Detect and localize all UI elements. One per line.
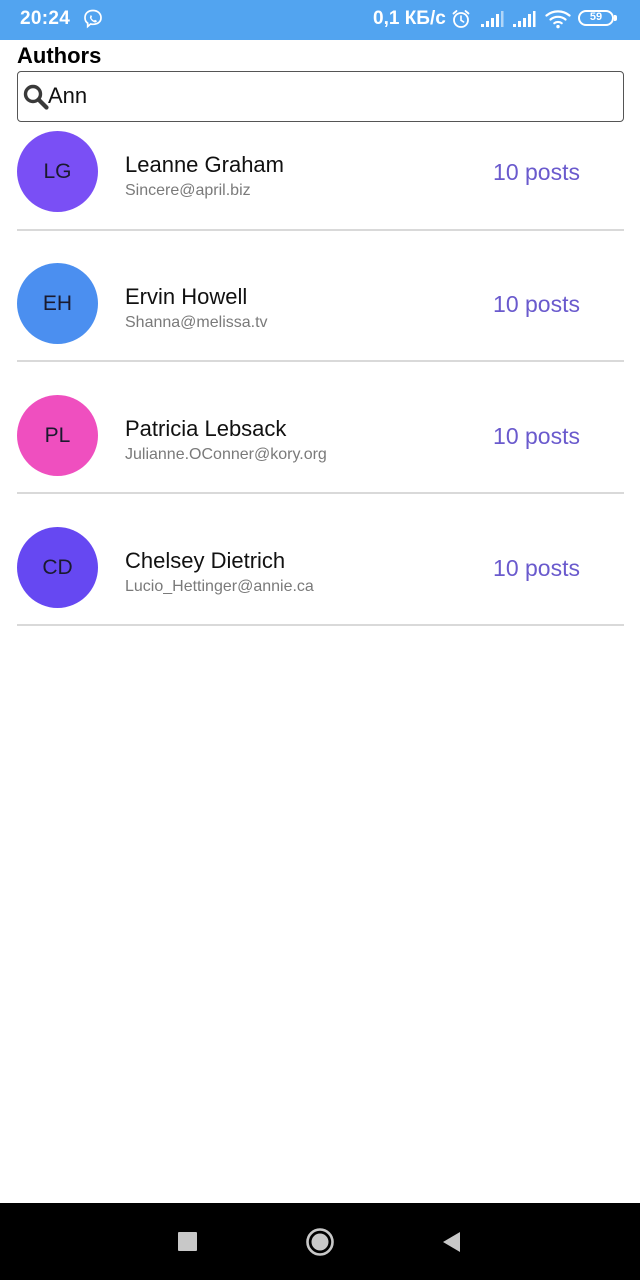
avatar-initials: LG (43, 159, 72, 183)
author-row[interactable]: LG Leanne Graham Sincere@april.biz 10 po… (0, 125, 640, 257)
author-name: Chelsey Dietrich (125, 548, 286, 573)
navigation-bar (0, 1203, 640, 1280)
author-name: Leanne Graham (125, 152, 284, 177)
status-bar: 20:24 0,1 КБ/с 59 (0, 0, 640, 40)
author-row[interactable]: CD Chelsey Dietrich Lucio_Hettinger@anni… (0, 521, 640, 653)
author-name: Patricia Lebsack (125, 416, 287, 441)
battery-level: 59 (589, 11, 603, 23)
search-icon (23, 84, 49, 110)
author-email: Sincere@april.biz (125, 182, 251, 199)
avatar-initials: CD (42, 555, 73, 579)
avatar: EH (17, 263, 98, 344)
avatar: CD (17, 527, 98, 608)
avatar-initials: PL (44, 423, 71, 447)
avatar: LG (17, 131, 98, 212)
post-count[interactable]: 10 posts (493, 291, 580, 318)
avatar-initials: EH (42, 291, 73, 315)
post-count[interactable]: 10 posts (493, 555, 580, 582)
alarm-icon (452, 10, 470, 28)
app-screen: 20:24 0,1 КБ/с 59 Authors Ann LG Leanne … (0, 0, 640, 1280)
row-divider (17, 624, 624, 626)
author-row[interactable]: PL Patricia Lebsack Julianne.OConner@kor… (0, 389, 640, 521)
circle-home-icon[interactable] (305, 1227, 335, 1257)
post-count[interactable]: 10 posts (493, 159, 580, 186)
author-email: Julianne.OConner@kory.org (125, 446, 327, 463)
triangle-back-icon[interactable] (440, 1230, 462, 1254)
cell-signal-icon (481, 11, 504, 27)
post-count[interactable]: 10 posts (493, 423, 580, 450)
search-input[interactable] (48, 78, 608, 114)
row-divider (17, 360, 624, 362)
avatar: PL (17, 395, 98, 476)
square-icon[interactable] (178, 1232, 197, 1251)
battery-icon: 59 (578, 10, 618, 28)
network-speed: 0,1 КБ/с (373, 8, 446, 29)
author-row[interactable]: EH Ervin Howell Shanna@melissa.tv 10 pos… (0, 257, 640, 389)
cell-signal-icon (513, 11, 536, 27)
page-title: Authors (17, 43, 102, 68)
search-box[interactable] (17, 71, 624, 122)
status-time: 20:24 (20, 8, 71, 29)
author-email: Lucio_Hettinger@annie.ca (125, 578, 314, 595)
author-email: Shanna@melissa.tv (125, 314, 268, 331)
row-divider (17, 492, 624, 494)
wifi-icon (545, 10, 571, 29)
row-divider (17, 229, 624, 231)
author-name: Ervin Howell (125, 284, 248, 309)
viber-icon (84, 9, 102, 29)
